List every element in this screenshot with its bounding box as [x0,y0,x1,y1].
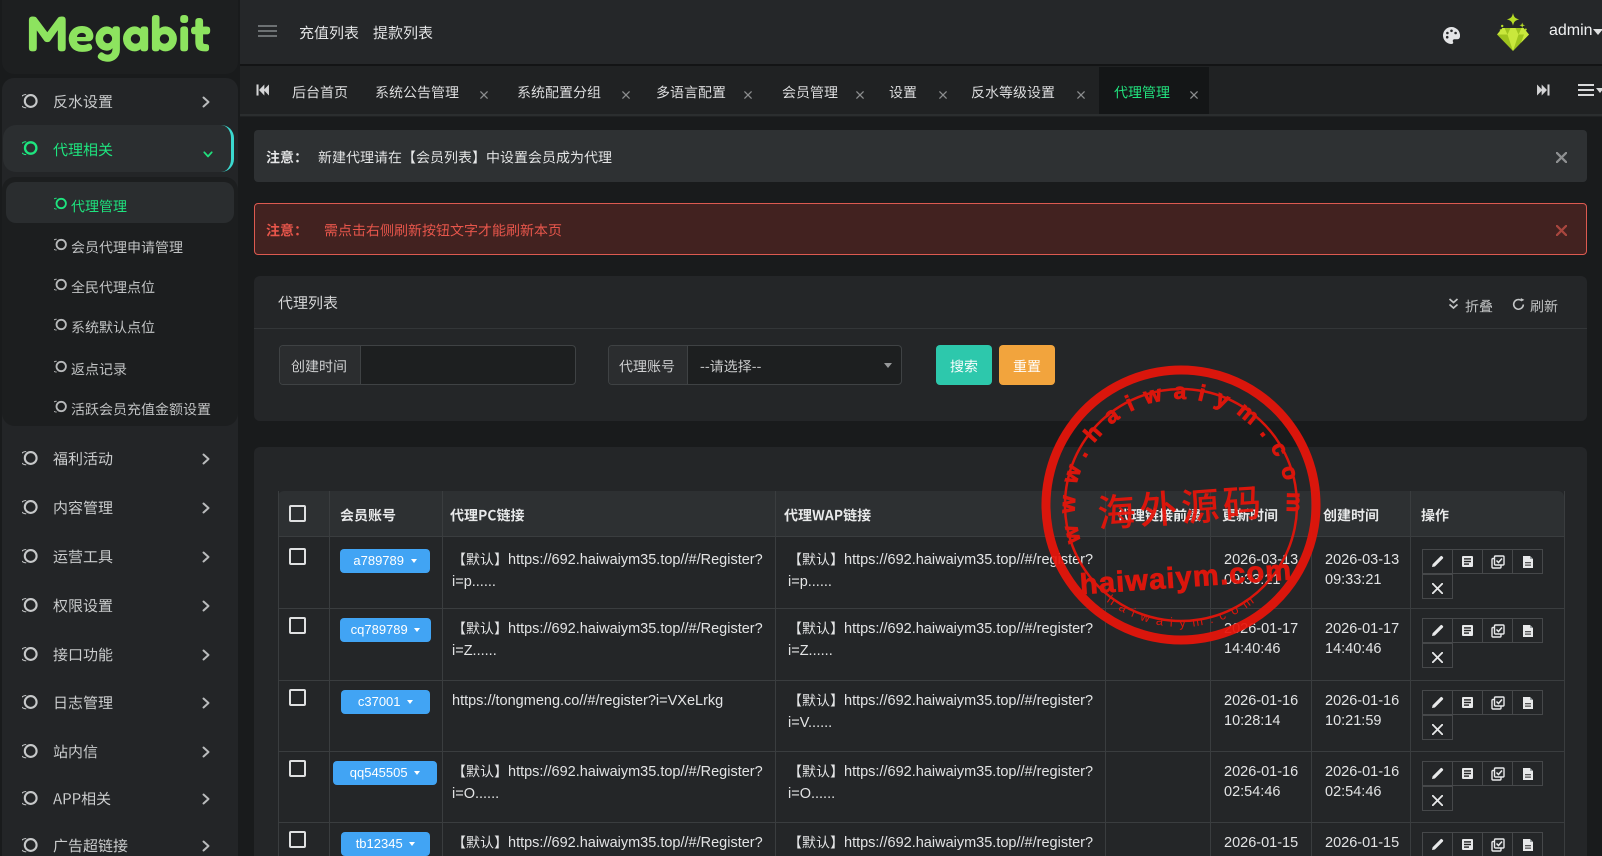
svg-text:haiwaiym.com: haiwaiym.com [1079,554,1293,601]
